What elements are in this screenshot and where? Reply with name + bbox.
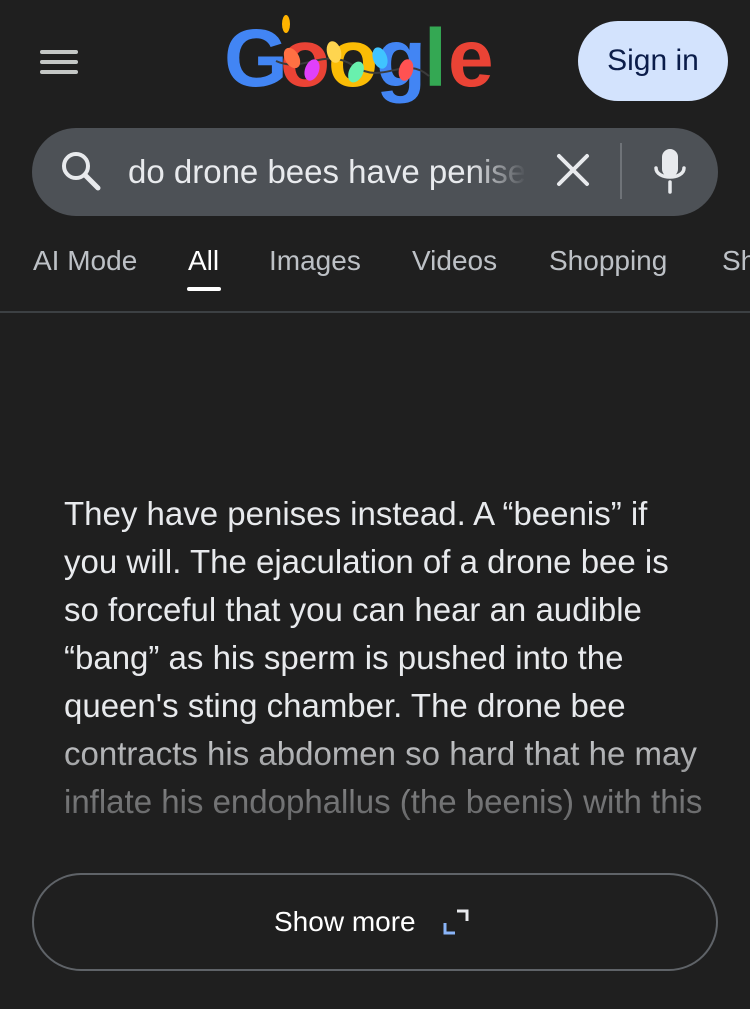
search-text-fade xyxy=(470,150,526,194)
tab-short-videos[interactable]: Sh xyxy=(722,240,750,282)
menu-line xyxy=(40,60,78,64)
expand-icon[interactable] xyxy=(443,909,469,935)
answer-fade-overlay xyxy=(0,715,750,890)
tab-ai-mode[interactable]: AI Mode xyxy=(33,240,137,282)
tab-all[interactable]: All xyxy=(188,240,219,282)
svg-text:G: G xyxy=(224,13,288,104)
svg-text:e: e xyxy=(448,13,494,104)
google-doodle-logo[interactable]: G o o g l e xyxy=(224,6,524,116)
main-menu-button[interactable] xyxy=(40,50,80,76)
svg-text:l: l xyxy=(424,13,447,104)
active-tab-indicator xyxy=(187,287,221,291)
tab-shopping[interactable]: Shopping xyxy=(549,240,667,282)
sign-in-button[interactable]: Sign in xyxy=(578,21,728,101)
search-icon[interactable] xyxy=(60,150,102,192)
tab-images[interactable]: Images xyxy=(269,240,361,282)
tabs-divider xyxy=(0,311,750,313)
search-tabs: AI Mode All Images Videos Shopping Sh xyxy=(0,240,750,300)
search-divider xyxy=(620,143,622,199)
menu-line xyxy=(40,70,78,74)
show-more-label[interactable]: Show more xyxy=(274,905,416,939)
menu-line xyxy=(40,50,78,54)
microphone-icon[interactable] xyxy=(650,146,690,196)
search-input[interactable]: do drone bees have penises xyxy=(128,150,524,194)
close-icon[interactable] xyxy=(553,150,593,190)
tab-videos[interactable]: Videos xyxy=(412,240,497,282)
